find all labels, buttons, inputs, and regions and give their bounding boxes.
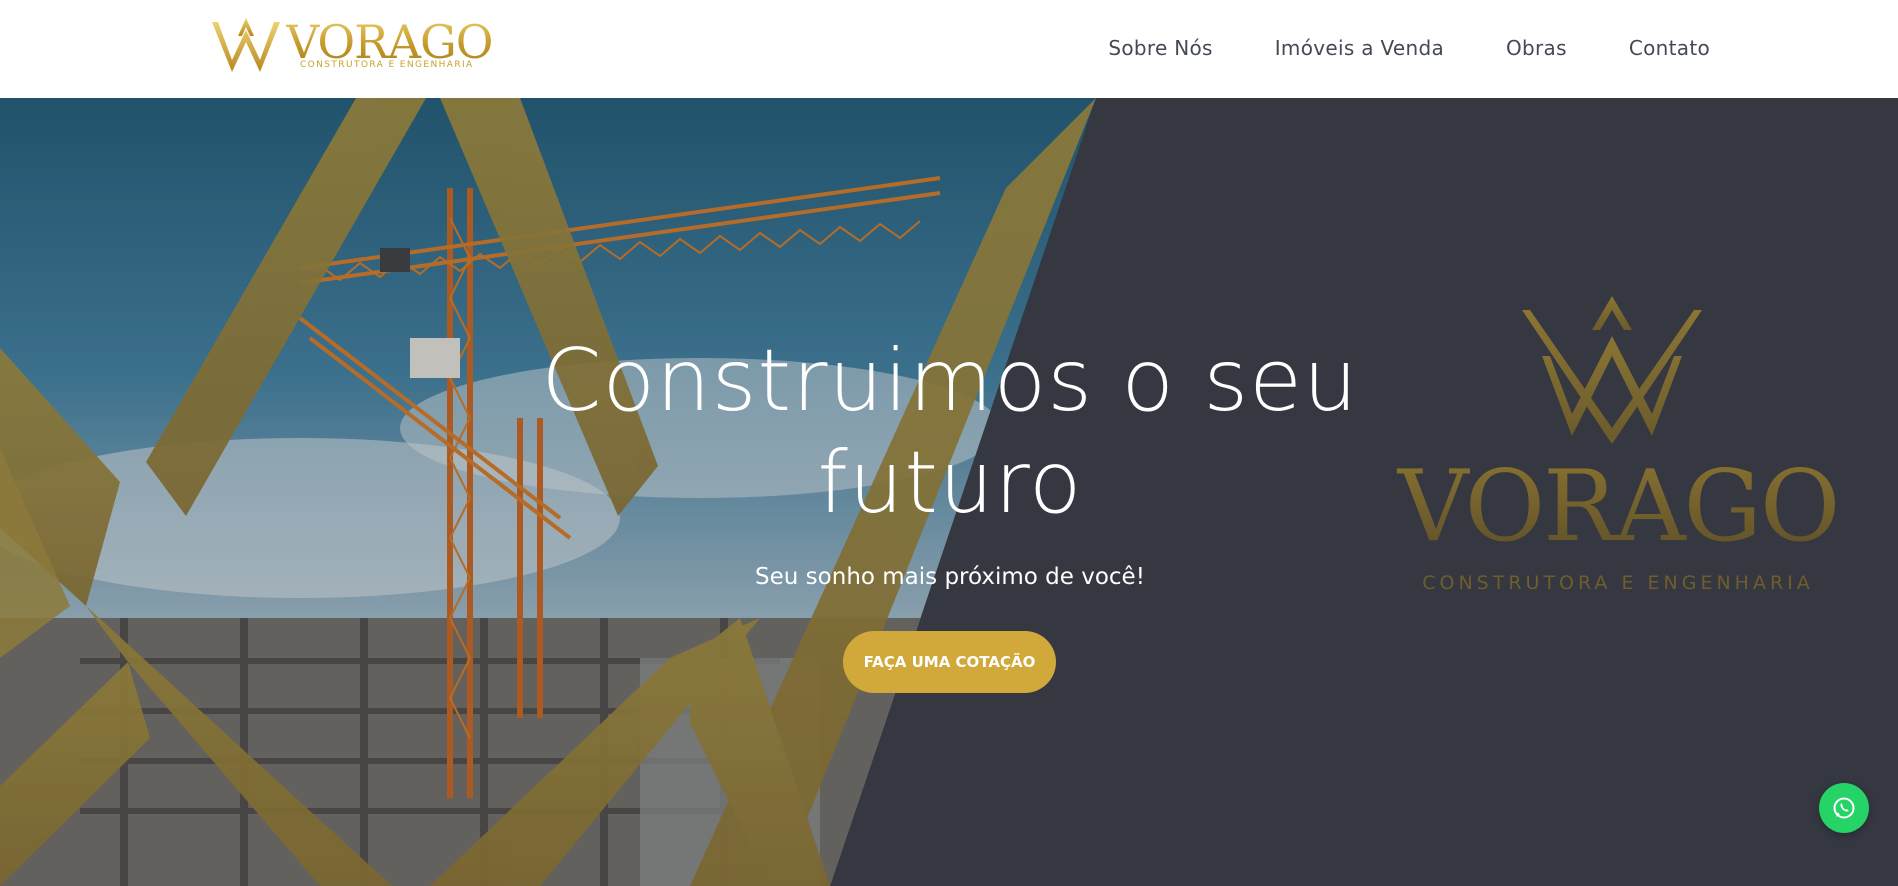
hero-section: VORAGO CONSTRUTORA E ENGENHARIA Construi… <box>0 98 1898 886</box>
nav-item-sobre-nos[interactable]: Sobre Nós <box>1108 30 1212 66</box>
nav-item-imoveis-a-venda[interactable]: Imóveis a Venda <box>1275 30 1444 66</box>
crown-logo-icon <box>212 18 280 72</box>
whatsapp-icon <box>1833 797 1855 819</box>
hero-title-line2: futuro <box>817 433 1083 533</box>
quote-button[interactable]: FAÇA UMA COTAÇÃO <box>843 631 1056 693</box>
hero-subtitle: Seu sonho mais próximo de você! <box>755 564 1145 590</box>
whatsapp-button[interactable] <box>1819 783 1869 833</box>
site-header: VORAGO CONSTRUTORA E ENGENHARIA Sobre Nó… <box>0 0 1898 98</box>
hero-title-line1: Construimos o seu <box>541 331 1359 431</box>
watermark-tagline: CONSTRUTORA E ENGENHARIA <box>1422 572 1814 594</box>
brand-tagline: CONSTRUTORA E ENGENHARIA <box>300 60 474 70</box>
crown-watermark-icon <box>1522 296 1702 444</box>
hero-title: Construimos o seu futuro <box>400 330 1500 534</box>
nav-item-obras[interactable]: Obras <box>1506 30 1567 66</box>
nav-item-contato[interactable]: Contato <box>1629 30 1710 66</box>
main-nav: Sobre Nós Imóveis a Venda Obras Contato <box>1108 30 1710 66</box>
brand-logo[interactable]: VORAGO CONSTRUTORA E ENGENHARIA <box>210 16 493 74</box>
